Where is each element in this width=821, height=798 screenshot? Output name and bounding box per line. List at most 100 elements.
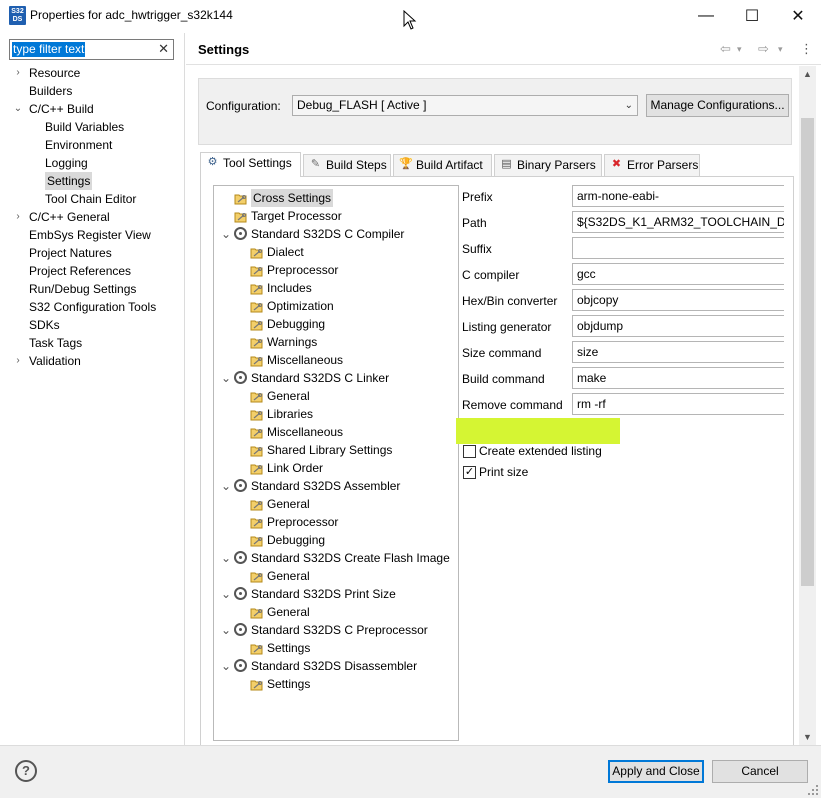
chevron-down-icon[interactable]: ⌄: [221, 369, 231, 387]
back-arrow-icon[interactable]: ⇦: [720, 41, 731, 57]
field-input[interactable]: rm -rf: [572, 393, 784, 415]
tree-item-label: Debugging: [267, 533, 326, 547]
tree-item-label: Preprocessor: [267, 515, 339, 529]
tree-item[interactable]: Warnings: [214, 333, 458, 351]
tree-item[interactable]: Includes: [214, 279, 458, 297]
back-dropdown-icon[interactable]: ▾: [737, 44, 742, 55]
apply-and-close-button[interactable]: Apply and Close: [608, 760, 704, 783]
clear-filter-icon[interactable]: ✕: [158, 41, 169, 57]
tree-item[interactable]: Optimization: [214, 297, 458, 315]
tree-item-label: Settings: [267, 677, 311, 691]
filter-box[interactable]: type filter text ✕: [9, 39, 174, 60]
tree-item[interactable]: ⌄ Standard S32DS C Preprocessor: [214, 621, 458, 639]
field-input[interactable]: make: [572, 367, 784, 389]
vertical-scrollbar[interactable]: ▲ ▼: [799, 66, 816, 746]
filter-input[interactable]: type filter text: [12, 42, 86, 57]
minimize-icon: —: [698, 6, 714, 24]
field-label: Build command: [462, 372, 545, 386]
chevron-right-icon[interactable]: ›: [13, 352, 23, 370]
tree-item[interactable]: Settings: [214, 639, 458, 657]
tool-gear-icon: [234, 371, 247, 384]
chevron-right-icon[interactable]: ›: [13, 208, 23, 226]
tree-item[interactable]: Shared Library Settings: [214, 441, 458, 459]
cancel-button[interactable]: Cancel: [712, 760, 808, 783]
tree-item[interactable]: Debugging: [214, 315, 458, 333]
tree-item[interactable]: Link Order: [214, 459, 458, 477]
tree-item[interactable]: ⌄ Standard S32DS Assembler: [214, 477, 458, 495]
tab-binary-parsers[interactable]: ▤ Binary Parsers: [494, 154, 602, 176]
field-input[interactable]: size: [572, 341, 784, 363]
view-menu-icon[interactable]: ⋮: [800, 41, 813, 57]
chevron-down-icon[interactable]: ⌄: [221, 477, 231, 495]
scroll-down-icon[interactable]: ▼: [799, 729, 816, 746]
tree-item[interactable]: Target Processor: [214, 207, 458, 225]
field-input[interactable]: arm-none-eabi-: [572, 185, 784, 207]
settings-folder-icon: [250, 282, 264, 295]
tree-item[interactable]: General: [214, 567, 458, 585]
forward-dropdown-icon[interactable]: ▾: [778, 44, 783, 55]
tree-item[interactable]: Dialect: [214, 243, 458, 261]
field-label: Prefix: [462, 190, 493, 204]
app-logo-icon: S32 DS: [9, 6, 26, 25]
tree-item[interactable]: Miscellaneous: [214, 351, 458, 369]
tree-item[interactable]: Preprocessor: [214, 513, 458, 531]
tree-item[interactable]: Miscellaneous: [214, 423, 458, 441]
scrollbar-thumb[interactable]: [801, 118, 814, 586]
chevron-down-icon[interactable]: ⌄: [13, 100, 23, 118]
minimize-button[interactable]: —: [683, 0, 729, 31]
tree-item-label: Link Order: [267, 461, 324, 475]
close-button[interactable]: ✕: [775, 0, 821, 31]
help-icon[interactable]: ?: [15, 760, 37, 782]
tree-item[interactable]: Cross Settings: [214, 189, 458, 207]
field-input[interactable]: [572, 237, 784, 259]
tree-item[interactable]: Debugging: [214, 531, 458, 549]
tree-item[interactable]: General: [214, 495, 458, 513]
tree-item-label: Includes: [267, 281, 312, 295]
settings-folder-icon: [250, 336, 264, 349]
field-label: Size command: [462, 346, 542, 360]
tree-item[interactable]: ⌄ Standard S32DS Print Size: [214, 585, 458, 603]
sidebar-item-label: Tool Chain Editor: [45, 192, 137, 206]
tree-item[interactable]: ⌄ Standard S32DS C Compiler: [214, 225, 458, 243]
tree-item[interactable]: General: [214, 603, 458, 621]
tree-item[interactable]: General: [214, 387, 458, 405]
forward-arrow-icon[interactable]: ⇨: [758, 41, 769, 57]
checkbox-checked-icon[interactable]: ✓: [463, 466, 476, 479]
field-input[interactable]: objdump: [572, 315, 784, 337]
chevron-down-icon[interactable]: ⌄: [221, 585, 231, 603]
tab-label: Error Parsers: [627, 158, 699, 172]
manage-configurations-button[interactable]: Manage Configurations...: [646, 94, 789, 117]
tree-item-label: General: [267, 389, 310, 403]
sidebar-item-label: SDKs: [29, 318, 60, 332]
chevron-right-icon[interactable]: ›: [13, 64, 23, 82]
resize-grip-icon[interactable]: [808, 785, 818, 795]
tab-label: Build Artifact: [416, 158, 483, 172]
tool-gear-icon: [234, 551, 247, 564]
tree-item[interactable]: ⌄ Standard S32DS C Linker: [214, 369, 458, 387]
window-title: Properties for adc_hwtrigger_s32k144: [30, 8, 233, 22]
maximize-button[interactable]: ☐: [729, 0, 775, 31]
chevron-down-icon[interactable]: ⌄: [221, 225, 231, 243]
chevron-down-icon[interactable]: ⌄: [221, 657, 231, 675]
tab-build-steps[interactable]: ✎ Build Steps: [303, 154, 391, 176]
gear-icon: ⚙: [207, 156, 218, 168]
scroll-up-icon[interactable]: ▲: [799, 66, 816, 83]
tree-item[interactable]: Preprocessor: [214, 261, 458, 279]
tree-item[interactable]: ⌄ Standard S32DS Create Flash Image: [214, 549, 458, 567]
tab-build-artifact[interactable]: 🏆 Build Artifact: [393, 154, 492, 176]
field-input[interactable]: gcc: [572, 263, 784, 285]
tree-item[interactable]: Settings: [214, 675, 458, 693]
configuration-select[interactable]: Debug_FLASH [ Active ] ⌄: [292, 95, 638, 116]
checkbox-unchecked-icon[interactable]: [463, 445, 476, 458]
tab-error-parsers[interactable]: ✖ Error Parsers: [604, 154, 700, 176]
tree-item-label: Standard S32DS C Preprocessor: [251, 623, 428, 637]
sidebar-item-label: Logging: [45, 156, 88, 170]
sidebar-item-label: Project References: [29, 264, 132, 278]
chevron-down-icon[interactable]: ⌄: [221, 549, 231, 567]
tree-item[interactable]: Libraries: [214, 405, 458, 423]
chevron-down-icon[interactable]: ⌄: [221, 621, 231, 639]
tree-item[interactable]: ⌄ Standard S32DS Disassembler: [214, 657, 458, 675]
field-input[interactable]: objcopy: [572, 289, 784, 311]
tab-tool-settings[interactable]: ⚙ Tool Settings: [200, 152, 301, 177]
field-input[interactable]: ${S32DS_K1_ARM32_TOOLCHAIN_DIR}: [572, 211, 784, 233]
